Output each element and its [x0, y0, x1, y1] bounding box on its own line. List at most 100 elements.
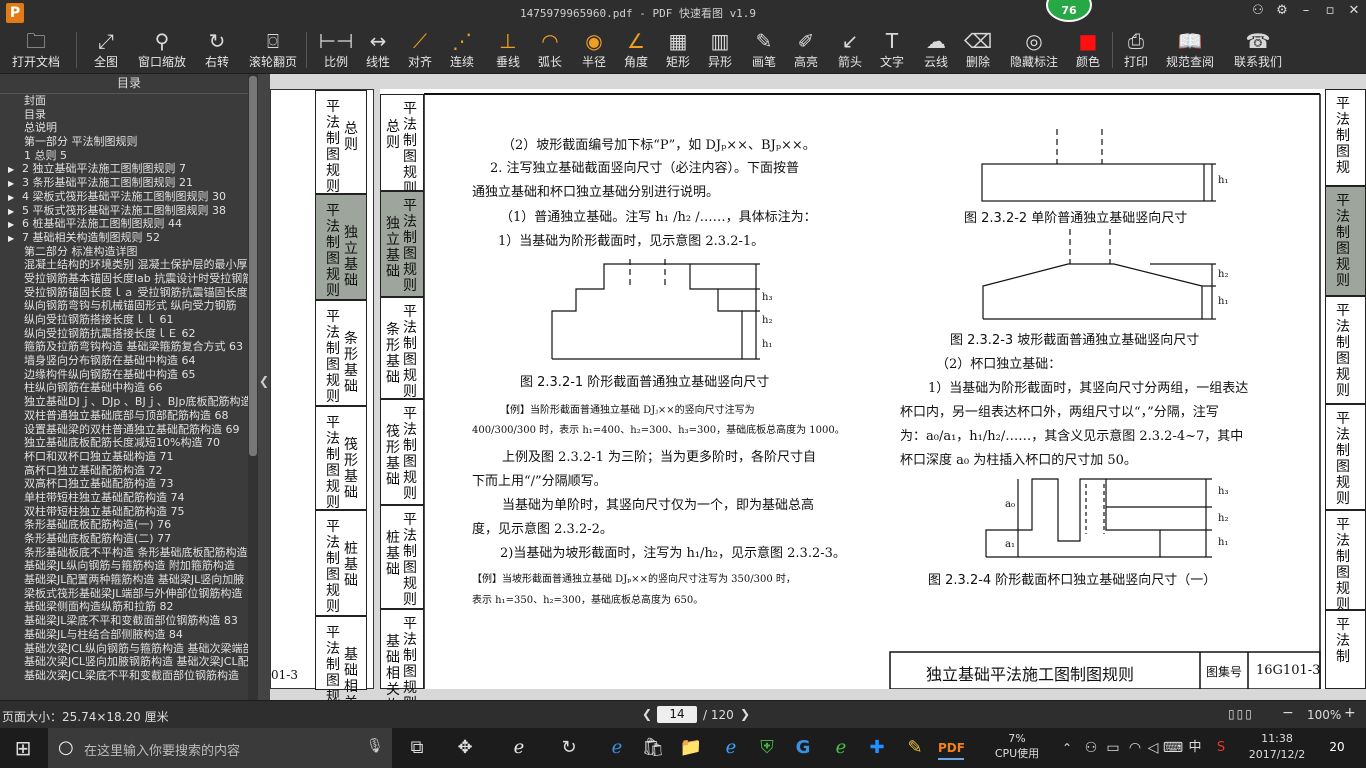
toc-item[interactable]: ▶ 2 独立基础平法施工图制图规则 7: [0, 162, 248, 176]
toolbar-button-arrow[interactable]: ↙ 箭头: [832, 28, 868, 72]
ime-indicator[interactable]: 中: [1182, 736, 1208, 760]
sogou-ime-icon[interactable]: S: [1208, 736, 1234, 760]
toc-item[interactable]: 总说明: [0, 121, 248, 135]
toolbar-button-rectangle[interactable]: ▦ 矩形: [660, 28, 696, 72]
toolbar-button-pen[interactable]: ✎ 画笔: [746, 28, 782, 72]
toolbar-button-linear[interactable]: ↔ 线性: [360, 28, 396, 72]
expand-arrow-icon[interactable]: ▶: [8, 205, 22, 218]
toc-item[interactable]: 基础梁JL与柱结合部侧腋构造 84: [0, 628, 248, 642]
toolbar-button-eye-hide[interactable]: ◎ 隐藏标注: [1006, 28, 1062, 72]
ie-blue-icon[interactable]: ℯ: [718, 736, 744, 760]
toc-item[interactable]: 双柱带短柱独立基础配筋构造 75: [0, 505, 248, 519]
app-g-icon[interactable]: G: [790, 736, 816, 760]
notification-badge[interactable]: 76: [1046, 0, 1092, 22]
toc-item[interactable]: 条形基础底板配筋构造(二) 77: [0, 532, 248, 546]
toc-item[interactable]: 独立基础底板配筋长度减短10%构造 70: [0, 436, 248, 450]
close-button[interactable]: ✕: [1344, 3, 1364, 18]
toc-item[interactable]: 条形基础底板配筋构造(一) 76: [0, 518, 248, 532]
app-plus-icon[interactable]: ✚: [864, 736, 890, 760]
toolbar-button-print[interactable]: ⎙ 打印: [1118, 28, 1154, 72]
expand-arrow-icon[interactable]: ▶: [8, 218, 22, 231]
browser-green-icon[interactable]: ℯ: [828, 736, 854, 760]
zoom-out-button[interactable]: −: [1282, 705, 1294, 721]
toc-item[interactable]: 基础次梁JCL梁底不平和变截面部位钢筋构造: [0, 669, 248, 683]
settings-icon[interactable]: ⚙: [1272, 3, 1292, 18]
toc-item[interactable]: 基础梁JL梁底不平和变截面部位钢筋构造 83: [0, 614, 248, 628]
expand-arrow-icon[interactable]: ▶: [8, 232, 22, 245]
toc-item[interactable]: 边缘构件纵向钢筋在基础中构造 65: [0, 368, 248, 382]
toolbar-button-arc[interactable]: ◠ 弧长: [532, 28, 568, 72]
mic-icon[interactable]: 🎙: [366, 738, 384, 754]
toc-scrollbar[interactable]: [248, 74, 258, 700]
app-pinwheel-icon[interactable]: ✥: [452, 736, 478, 760]
prev-page-button[interactable]: ❮: [642, 707, 652, 721]
toolbar-button-text[interactable]: T 文字: [874, 28, 910, 72]
toolbar-button-rotate[interactable]: ↻ 右转: [200, 28, 234, 72]
notes-icon[interactable]: ✎: [902, 736, 928, 760]
toolbar-button-mouse[interactable]: ⌼ 滚轮翻页: [244, 28, 302, 72]
toolbar-button-perpendicular[interactable]: ⊥ 垂线: [490, 28, 526, 72]
zoom-in-button[interactable]: +: [1344, 705, 1356, 721]
task-view-icon[interactable]: ⧉: [404, 736, 430, 760]
toc-item[interactable]: 基础梁JL配置两种箍筋构造 基础梁JL竖向加腋: [0, 573, 248, 587]
pdf-viewer-taskbar-icon[interactable]: PDF: [938, 736, 965, 760]
action-center-icon[interactable]: 20: [1326, 736, 1348, 758]
toc-item[interactable]: 双柱普通独立基础底部与顶部配筋构造 68: [0, 409, 248, 423]
toc-item[interactable]: 基础梁侧面构造纵筋和拉筋 82: [0, 600, 248, 614]
security-shield-icon[interactable]: ⛨: [754, 736, 780, 760]
edge-browser-icon[interactable]: ℯ: [604, 736, 630, 760]
toc-item[interactable]: 纵向受拉钢筋搭接长度ｌｌ 61: [0, 313, 248, 327]
toolbar-button-zoom[interactable]: ⚲ 窗口缩放: [136, 28, 188, 72]
start-windows-icon[interactable]: ⊞: [10, 736, 36, 760]
toc-item[interactable]: ▶ 5 平板式筏形基础平法施工图制图规则 38: [0, 204, 248, 218]
system-clock[interactable]: 11:38 2017/12/2: [1242, 731, 1312, 763]
toc-item[interactable]: ▶ 3 条形基础平法施工图制图规则 21: [0, 176, 248, 190]
section-tab[interactable]: 桩基础 平法制图规则: [380, 505, 424, 609]
toc-item[interactable]: 基础梁JL纵向钢筋与箍筋构造 附加箍筋构造: [0, 559, 248, 573]
store-icon[interactable]: 🛍: [640, 736, 666, 760]
toc-item[interactable]: 基础次梁JCL竖向加腋钢筋构造 基础次梁JCL配置: [0, 655, 248, 669]
maximize-button[interactable]: ▫: [1320, 3, 1340, 18]
document-viewer[interactable]: 平法制图规则 总则 平法制图规则 独立基础 平法制图规则 条形基础 平法制图规则 筏形基础 平法…: [270, 74, 1366, 700]
toc-item[interactable]: 受拉钢筋基本锚固长度lab 抗震设计时受拉钢筋: [0, 272, 248, 286]
sidebar-collapse-button[interactable]: ❮: [258, 74, 270, 700]
app-swirl-icon[interactable]: ↻: [556, 736, 582, 760]
toc-item[interactable]: 杯口和双杯口独立基础构造 71: [0, 450, 248, 464]
toc-item[interactable]: 封面: [0, 94, 248, 108]
section-tab[interactable]: 基础相关构造平法制图规则: [380, 609, 424, 700]
toolbar-button-contact[interactable]: ☎ 联系我们: [1230, 28, 1286, 72]
toc-item[interactable]: 第二部分 标准构造详图: [0, 245, 248, 259]
toc-item[interactable]: 基础次梁JCL纵向钢筋与箍筋构造 基础次梁端部: [0, 642, 248, 656]
toc-item[interactable]: ▶ 6 桩基础平法施工图制图规则 44: [0, 217, 248, 231]
toolbar-button-scale[interactable]: ⊢⊣ 比例: [318, 28, 354, 72]
toc-item[interactable]: 条形基础板底不平构造 条形基础底板配筋构造: [0, 546, 248, 560]
toolbar-button-angle[interactable]: ∠ 角度: [618, 28, 654, 72]
toolbar-button-eraser[interactable]: ⌫ 删除: [960, 28, 996, 72]
view-mode-icon[interactable]: ▯▯▯: [1228, 707, 1254, 721]
minimize-button[interactable]: –: [1296, 3, 1316, 18]
user-icon[interactable]: ⚇: [1248, 3, 1268, 18]
toc-item[interactable]: ▶ 7 基础相关构造制图规则 52: [0, 231, 248, 245]
toc-item[interactable]: 纵向钢筋弯钩与机械锚固形式 纵向受力钢筋: [0, 299, 248, 313]
toolbar-button-highlight[interactable]: ✐ 高亮: [788, 28, 824, 72]
toc-item[interactable]: 柱纵向钢筋在基础中构造 66: [0, 381, 248, 395]
section-tab[interactable]: 筏形基础 平法制图规则: [380, 399, 424, 505]
toc-item[interactable]: 墙身竖向分布钢筋在基础中构造 64: [0, 354, 248, 368]
page-number-input[interactable]: 14: [657, 706, 697, 723]
section-tab[interactable]: 独立基础 平法制图规则: [380, 191, 424, 297]
expand-arrow-icon[interactable]: ▶: [8, 163, 22, 176]
toc-item[interactable]: 第一部分 平法制图规则: [0, 135, 248, 149]
toc-item[interactable]: 设置基础梁的双柱普通独立基础配筋构造 69: [0, 423, 248, 437]
toolbar-button-folder[interactable]: 🗀 打开文档: [6, 28, 66, 72]
app-logo-icon[interactable]: P: [6, 3, 24, 23]
section-tab[interactable]: 总则 平法制图规则: [380, 94, 424, 197]
toc-item[interactable]: ▶ 4 梁板式筏形基础平法施工图制图规则 30: [0, 190, 248, 204]
taskbar-search-box[interactable]: ○ 在这里输入你要搜索的内容 🎙: [48, 728, 392, 768]
toc-item[interactable]: 箍筋及拉筋弯钩构造 基础梁箍筋复合方式 63: [0, 340, 248, 354]
toolbar-button-fullview[interactable]: ⤢ 全图: [88, 28, 124, 72]
toolbar-button-align[interactable]: ⟋ 对齐: [402, 28, 438, 72]
toolbar-button-cloud[interactable]: ☁ 云线: [918, 28, 954, 72]
expand-arrow-icon[interactable]: ▶: [8, 177, 22, 190]
file-explorer-icon[interactable]: 📁: [678, 736, 704, 760]
toc-item[interactable]: 1 总则 5: [0, 149, 248, 163]
